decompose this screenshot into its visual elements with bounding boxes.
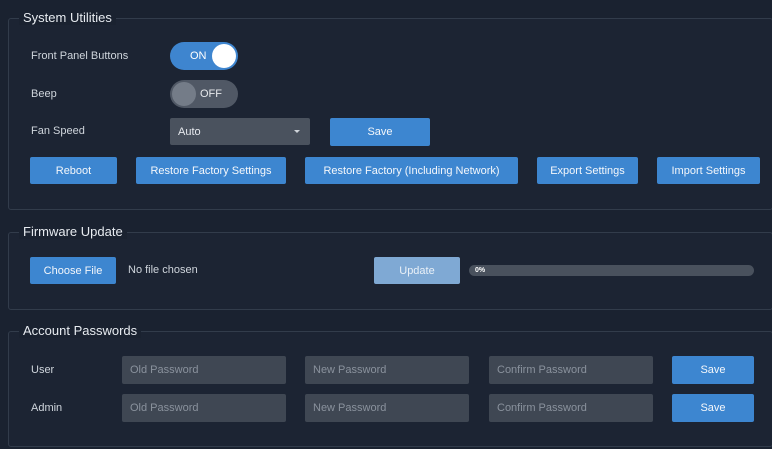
- beep-toggle[interactable]: OFF: [170, 80, 238, 108]
- file-status-text: No file chosen: [128, 264, 198, 276]
- fan-speed-label: Fan Speed: [31, 125, 85, 137]
- fan-speed-save-button[interactable]: Save: [330, 118, 430, 146]
- user-new-password-input[interactable]: [305, 356, 469, 384]
- user-old-password-input[interactable]: [122, 356, 286, 384]
- import-settings-button[interactable]: Import Settings: [657, 157, 760, 184]
- fan-speed-value: Auto: [178, 125, 201, 138]
- firmware-progress-bar: 0%: [469, 265, 754, 276]
- toggle-state-text: ON: [190, 50, 207, 62]
- admin-label: Admin: [31, 402, 63, 414]
- restore-factory-network-button[interactable]: Restore Factory (Including Network): [305, 157, 518, 184]
- user-confirm-password-input[interactable]: [489, 356, 653, 384]
- firmware-update-title: Firmware Update: [19, 224, 127, 239]
- fan-speed-select[interactable]: Auto: [170, 118, 310, 145]
- front-panel-buttons-toggle[interactable]: ON: [170, 42, 238, 70]
- beep-label: Beep: [31, 88, 57, 100]
- admin-confirm-password-input[interactable]: [489, 394, 653, 422]
- choose-file-button[interactable]: Choose File: [30, 257, 116, 284]
- system-utilities-title: System Utilities: [19, 10, 116, 25]
- toggle-knob: [172, 82, 196, 106]
- user-label: User: [31, 364, 55, 376]
- chevron-down-icon: [294, 130, 300, 133]
- toggle-state-text: OFF: [200, 88, 222, 100]
- admin-old-password-input[interactable]: [122, 394, 286, 422]
- restore-factory-settings-button[interactable]: Restore Factory Settings: [136, 157, 286, 184]
- admin-new-password-input[interactable]: [305, 394, 469, 422]
- account-passwords-panel: Account Passwords: [8, 323, 772, 447]
- reboot-button[interactable]: Reboot: [30, 157, 117, 184]
- admin-save-button[interactable]: Save: [672, 394, 754, 422]
- user-save-button[interactable]: Save: [672, 356, 754, 384]
- update-button[interactable]: Update: [374, 257, 460, 284]
- front-panel-buttons-label: Front Panel Buttons: [31, 50, 129, 62]
- progress-text: 0%: [475, 267, 486, 274]
- account-passwords-title: Account Passwords: [19, 323, 142, 338]
- toggle-knob: [212, 44, 236, 68]
- export-settings-button[interactable]: Export Settings: [537, 157, 638, 184]
